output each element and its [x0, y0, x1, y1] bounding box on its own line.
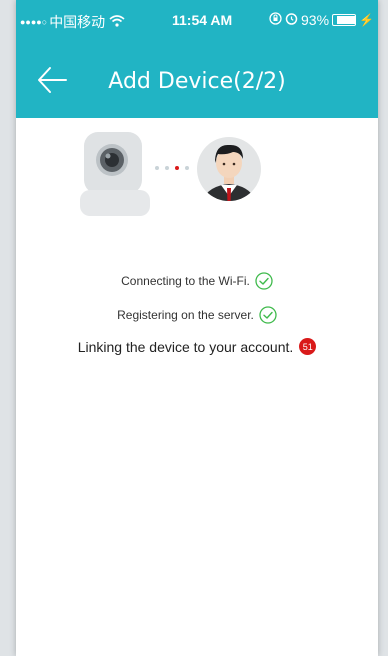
check-circle-icon	[255, 272, 273, 290]
status-right: 93% ⚡	[266, 12, 374, 28]
phone-screen: ●●●●○ 中国移动 11:54 AM 93% ⚡ Add Device(2/2…	[16, 0, 378, 656]
page-title: Add Device(2/2)	[108, 69, 286, 94]
step-label: Registering on the server.	[117, 308, 254, 322]
battery-percent: 93%	[301, 12, 330, 28]
connection-dot	[175, 166, 179, 170]
battery-fill	[337, 16, 356, 24]
header: ●●●●○ 中国移动 11:54 AM 93% ⚡ Add Device(2/2…	[16, 0, 378, 118]
status-time: 11:54 AM	[172, 12, 233, 28]
connection-dot	[155, 166, 159, 170]
wifi-icon	[109, 14, 125, 30]
charging-icon: ⚡	[359, 13, 374, 27]
connection-dot	[185, 166, 189, 170]
step-label: Connecting to the Wi-Fi.	[121, 274, 250, 288]
rotation-lock-icon	[269, 12, 282, 28]
camera-icon	[80, 132, 150, 216]
signal-strength: ●●●●○	[20, 17, 48, 27]
status-bar: ●●●●○ 中国移动 11:54 AM 93% ⚡	[16, 0, 378, 40]
nav-bar: Add Device(2/2)	[16, 52, 378, 108]
user-avatar-icon	[197, 137, 261, 201]
step-label: Linking the device to your account.	[77, 338, 294, 355]
countdown-badge: 51	[299, 338, 317, 355]
carrier-name: 中国移动	[49, 14, 106, 30]
connection-indicator	[152, 166, 192, 170]
step-wifi: Connecting to the Wi-Fi.	[16, 272, 378, 290]
step-link-account: Linking the device to your account. 51	[16, 338, 378, 355]
status-left: ●●●●○ 中国移动	[20, 12, 125, 32]
connection-dot	[165, 166, 169, 170]
alarm-icon	[285, 12, 298, 28]
battery-icon	[332, 14, 357, 26]
check-circle-icon	[259, 306, 277, 324]
step-server: Registering on the server.	[16, 306, 378, 324]
